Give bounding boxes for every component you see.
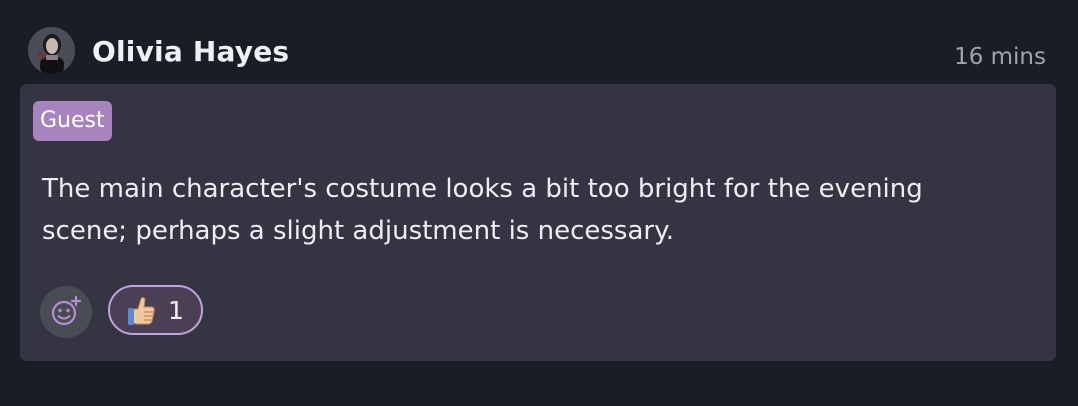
comment: Olivia Hayes 16 mins Guest The main char… (0, 0, 1078, 406)
timestamp: 16 mins (954, 44, 1046, 70)
avatar-image (28, 27, 75, 74)
comment-header: Olivia Hayes 16 mins (28, 27, 1046, 77)
comment-text: The main character's costume looks a bit… (42, 174, 923, 246)
role-badge: Guest (33, 101, 112, 141)
thumbs-up-icon (128, 297, 155, 325)
avatar[interactable] (28, 27, 75, 74)
reaction-count: 1 (168, 296, 184, 325)
add-reaction-button[interactable] (40, 286, 92, 338)
comment-card: Guest The main character's costume looks… (20, 84, 1056, 361)
add-emoji-icon (51, 295, 82, 326)
reaction-thumbs-up[interactable]: 1 (108, 285, 203, 335)
author-name[interactable]: Olivia Hayes (92, 35, 289, 68)
